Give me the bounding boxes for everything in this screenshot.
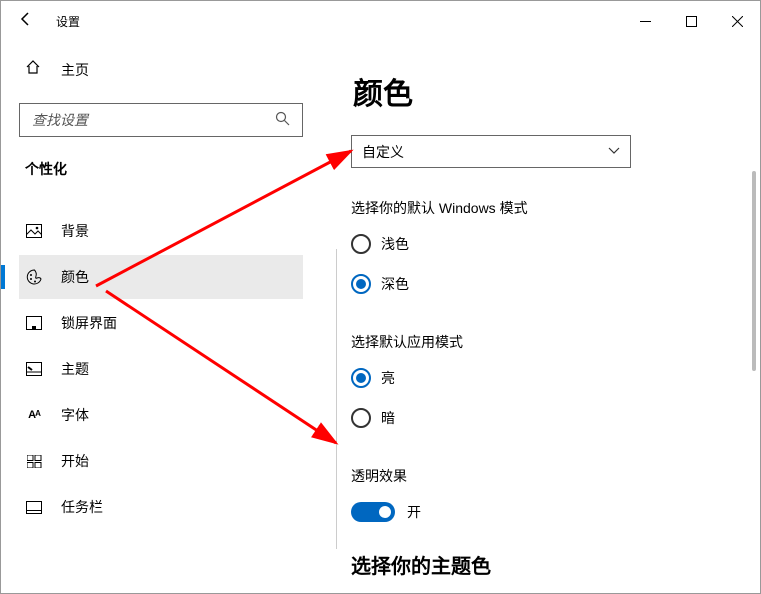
page-title: 颜色 bbox=[353, 69, 730, 113]
radio-icon bbox=[351, 234, 371, 254]
nav-label: 字体 bbox=[61, 405, 89, 425]
nav-item-colors[interactable]: 颜色 bbox=[19, 255, 303, 299]
radio-label: 浅色 bbox=[381, 234, 409, 254]
nav-label: 任务栏 bbox=[61, 497, 103, 517]
color-mode-dropdown[interactable]: 自定义 bbox=[351, 135, 631, 168]
nav-item-lockscreen[interactable]: 锁屏界面 bbox=[19, 301, 303, 345]
nav-item-taskbar[interactable]: 任务栏 bbox=[19, 485, 303, 529]
radio-icon bbox=[351, 408, 371, 428]
dropdown-value: 自定义 bbox=[362, 142, 404, 162]
lockscreen-icon bbox=[25, 316, 43, 330]
start-icon bbox=[25, 455, 43, 468]
back-arrow-icon bbox=[19, 12, 33, 31]
radio-icon bbox=[351, 274, 371, 294]
taskbar-icon bbox=[25, 501, 43, 514]
themes-icon bbox=[25, 362, 43, 376]
nav-label: 背景 bbox=[61, 221, 89, 241]
radio-label: 暗 bbox=[381, 408, 395, 428]
radio-windows-dark[interactable]: 深色 bbox=[351, 274, 730, 294]
section-header: 个性化 bbox=[19, 159, 303, 179]
transparency-toggle[interactable] bbox=[351, 502, 395, 522]
toggle-state-label: 开 bbox=[407, 502, 421, 522]
home-label: 主页 bbox=[61, 60, 89, 80]
search-input[interactable] bbox=[32, 112, 275, 128]
nav-label: 主题 bbox=[61, 359, 89, 379]
radio-icon bbox=[351, 368, 371, 388]
search-icon bbox=[275, 111, 290, 129]
sidebar: 主页 个性化 背景 颜色 锁 bbox=[1, 41, 321, 593]
home-link[interactable]: 主页 bbox=[19, 51, 303, 88]
palette-icon bbox=[25, 269, 43, 285]
chevron-down-icon bbox=[608, 146, 620, 158]
radio-app-dark[interactable]: 暗 bbox=[351, 408, 730, 428]
transparency-heading: 透明效果 bbox=[351, 466, 730, 486]
nav-label: 开始 bbox=[61, 451, 89, 471]
nav-label: 锁屏界面 bbox=[61, 313, 117, 333]
window-title: 设置 bbox=[56, 13, 80, 30]
nav-label: 颜色 bbox=[61, 267, 89, 287]
app-mode-heading: 选择默认应用模式 bbox=[351, 332, 730, 352]
maximize-button[interactable] bbox=[668, 5, 714, 37]
toggle-knob bbox=[379, 506, 391, 518]
minimize-icon bbox=[640, 16, 651, 27]
back-button[interactable] bbox=[11, 6, 41, 36]
minimize-button[interactable] bbox=[622, 5, 668, 37]
windows-mode-heading: 选择你的默认 Windows 模式 bbox=[351, 198, 730, 218]
radio-label: 深色 bbox=[381, 274, 409, 294]
close-icon bbox=[732, 16, 743, 27]
radio-windows-light[interactable]: 浅色 bbox=[351, 234, 730, 254]
search-box[interactable] bbox=[19, 103, 303, 137]
picture-icon bbox=[25, 224, 43, 238]
nav-item-start[interactable]: 开始 bbox=[19, 439, 303, 483]
fonts-icon: AA bbox=[25, 409, 43, 421]
radio-label: 亮 bbox=[381, 368, 395, 388]
nav-item-background[interactable]: 背景 bbox=[19, 209, 303, 253]
home-icon bbox=[25, 59, 41, 80]
radio-app-light[interactable]: 亮 bbox=[351, 368, 730, 388]
main-panel: 颜色 自定义 选择你的默认 Windows 模式 浅色 深色 选择默认应用模式 … bbox=[321, 41, 760, 593]
nav-item-themes[interactable]: 主题 bbox=[19, 347, 303, 391]
scrollbar[interactable] bbox=[750, 41, 758, 593]
maximize-icon bbox=[686, 16, 697, 27]
nav-item-fonts[interactable]: AA 字体 bbox=[19, 393, 303, 437]
accent-heading: 选择你的主题色 bbox=[351, 550, 730, 579]
close-button[interactable] bbox=[714, 5, 760, 37]
scrollbar-thumb[interactable] bbox=[752, 171, 756, 371]
